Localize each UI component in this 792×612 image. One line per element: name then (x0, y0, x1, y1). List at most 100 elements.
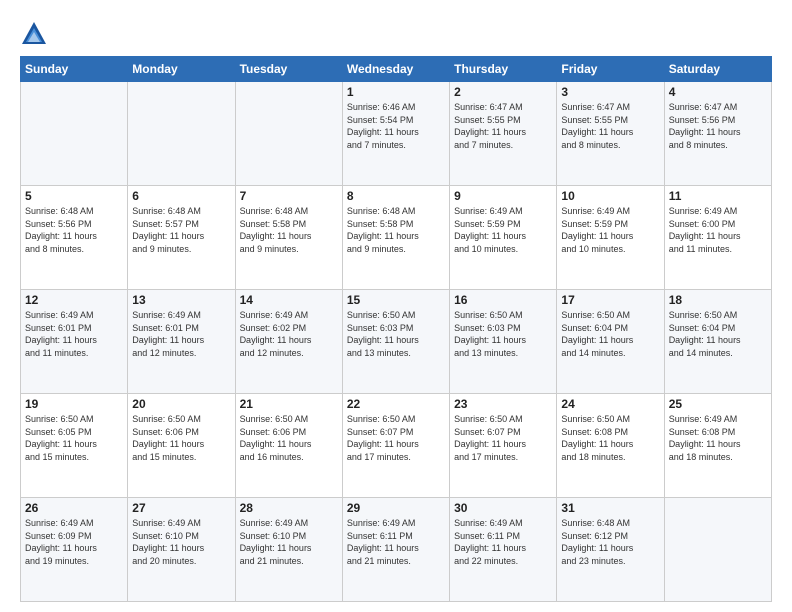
calendar-cell: 29 Sunrise: 6:49 AM Sunset: 6:11 PM Dayli… (342, 498, 449, 602)
day-info: Sunrise: 6:50 AM Sunset: 6:06 PM Dayligh… (240, 413, 338, 463)
day-number: 23 (454, 397, 552, 411)
calendar-cell: 5 Sunrise: 6:48 AM Sunset: 5:56 PM Daylig… (21, 186, 128, 290)
day-number: 4 (669, 85, 767, 99)
calendar-cell: 7Sunrise: 6:48 AM Sunset: 5:58 PM Daylig… (235, 186, 342, 290)
day-number: 9 (454, 189, 552, 203)
day-info: Sunrise: 6:50 AM Sunset: 6:07 PM Dayligh… (347, 413, 445, 463)
calendar-table: SundayMondayTuesdayWednesdayThursdayFrid… (20, 56, 772, 602)
day-number: 30 (454, 501, 552, 515)
day-number: 6 (132, 189, 230, 203)
day-info: Sunrise: 6:50 AM Sunset: 6:06 PM Dayligh… (132, 413, 230, 463)
calendar-cell: 11 Sunrise: 6:49 AM Sunset: 6:00 PM Dayli… (664, 186, 771, 290)
day-info: Sunrise: 6:47 AM Sunset: 5:56 PM Dayligh… (669, 101, 767, 151)
calendar-cell: 20 Sunrise: 6:50 AM Sunset: 6:06 PM Dayli… (128, 394, 235, 498)
day-number: 26 (25, 501, 123, 515)
day-info: Sunrise: 6:48 AM Sunset: 5:56 PM Dayligh… (25, 205, 123, 255)
calendar-cell: 26 Sunrise: 6:49 AM Sunset: 6:09 PM Dayli… (21, 498, 128, 602)
day-number: 21 (240, 397, 338, 411)
calendar-cell (664, 498, 771, 602)
calendar-week-4: 19 Sunrise: 6:50 AM Sunset: 6:05 PM Dayli… (21, 394, 772, 498)
day-info: Sunrise: 6:50 AM Sunset: 6:03 PM Dayligh… (454, 309, 552, 359)
day-info: Sunrise: 6:49 AM Sunset: 6:01 PM Dayligh… (132, 309, 230, 359)
day-info: Sunrise: 6:48 AM Sunset: 5:58 PM Dayligh… (347, 205, 445, 255)
calendar-cell (21, 82, 128, 186)
day-number: 1 (347, 85, 445, 99)
day-number: 24 (561, 397, 659, 411)
day-header-thursday: Thursday (450, 57, 557, 82)
day-info: Sunrise: 6:47 AM Sunset: 5:55 PM Dayligh… (454, 101, 552, 151)
day-header-monday: Monday (128, 57, 235, 82)
day-number: 25 (669, 397, 767, 411)
calendar-header-row: SundayMondayTuesdayWednesdayThursdayFrid… (21, 57, 772, 82)
day-info: Sunrise: 6:49 AM Sunset: 5:59 PM Dayligh… (454, 205, 552, 255)
calendar-cell: 19 Sunrise: 6:50 AM Sunset: 6:05 PM Dayli… (21, 394, 128, 498)
page: SundayMondayTuesdayWednesdayThursdayFrid… (0, 0, 792, 612)
day-info: Sunrise: 6:49 AM Sunset: 6:10 PM Dayligh… (240, 517, 338, 567)
day-info: Sunrise: 6:49 AM Sunset: 5:59 PM Dayligh… (561, 205, 659, 255)
calendar-cell: 23Sunrise: 6:50 AM Sunset: 6:07 PM Dayli… (450, 394, 557, 498)
calendar-cell: 9 Sunrise: 6:49 AM Sunset: 5:59 PM Daylig… (450, 186, 557, 290)
calendar-cell: 22 Sunrise: 6:50 AM Sunset: 6:07 PM Dayli… (342, 394, 449, 498)
calendar-cell: 30 Sunrise: 6:49 AM Sunset: 6:11 PM Dayli… (450, 498, 557, 602)
day-number: 3 (561, 85, 659, 99)
calendar-cell: 2Sunrise: 6:47 AM Sunset: 5:55 PM Daylig… (450, 82, 557, 186)
day-number: 28 (240, 501, 338, 515)
calendar-cell: 13 Sunrise: 6:49 AM Sunset: 6:01 PM Dayli… (128, 290, 235, 394)
calendar-cell: 21 Sunrise: 6:50 AM Sunset: 6:06 PM Dayli… (235, 394, 342, 498)
day-number: 18 (669, 293, 767, 307)
calendar-week-3: 12 Sunrise: 6:49 AM Sunset: 6:01 PM Dayli… (21, 290, 772, 394)
calendar-cell: 31 Sunrise: 6:48 AM Sunset: 6:12 PM Dayli… (557, 498, 664, 602)
day-number: 10 (561, 189, 659, 203)
day-number: 20 (132, 397, 230, 411)
day-info: Sunrise: 6:50 AM Sunset: 6:05 PM Dayligh… (25, 413, 123, 463)
day-number: 22 (347, 397, 445, 411)
calendar-cell: 6 Sunrise: 6:48 AM Sunset: 5:57 PM Daylig… (128, 186, 235, 290)
day-number: 31 (561, 501, 659, 515)
day-info: Sunrise: 6:49 AM Sunset: 6:02 PM Dayligh… (240, 309, 338, 359)
day-info: Sunrise: 6:47 AM Sunset: 5:55 PM Dayligh… (561, 101, 659, 151)
calendar-cell: 14 Sunrise: 6:49 AM Sunset: 6:02 PM Dayli… (235, 290, 342, 394)
day-header-friday: Friday (557, 57, 664, 82)
day-number: 13 (132, 293, 230, 307)
day-number: 12 (25, 293, 123, 307)
day-info: Sunrise: 6:50 AM Sunset: 6:08 PM Dayligh… (561, 413, 659, 463)
calendar-cell (235, 82, 342, 186)
calendar-cell: 28 Sunrise: 6:49 AM Sunset: 6:10 PM Dayli… (235, 498, 342, 602)
day-info: Sunrise: 6:49 AM Sunset: 6:11 PM Dayligh… (454, 517, 552, 567)
day-number: 11 (669, 189, 767, 203)
day-info: Sunrise: 6:48 AM Sunset: 6:12 PM Dayligh… (561, 517, 659, 567)
calendar-cell: 18 Sunrise: 6:50 AM Sunset: 6:04 PM Dayli… (664, 290, 771, 394)
day-info: Sunrise: 6:49 AM Sunset: 6:11 PM Dayligh… (347, 517, 445, 567)
day-number: 8 (347, 189, 445, 203)
day-info: Sunrise: 6:50 AM Sunset: 6:04 PM Dayligh… (669, 309, 767, 359)
day-number: 7 (240, 189, 338, 203)
calendar-cell: 8 Sunrise: 6:48 AM Sunset: 5:58 PM Daylig… (342, 186, 449, 290)
day-info: Sunrise: 6:50 AM Sunset: 6:04 PM Dayligh… (561, 309, 659, 359)
calendar-week-1: 1 Sunrise: 6:46 AM Sunset: 5:54 PM Daylig… (21, 82, 772, 186)
day-info: Sunrise: 6:48 AM Sunset: 5:57 PM Dayligh… (132, 205, 230, 255)
calendar-cell: 4 Sunrise: 6:47 AM Sunset: 5:56 PM Daylig… (664, 82, 771, 186)
day-info: Sunrise: 6:49 AM Sunset: 6:09 PM Dayligh… (25, 517, 123, 567)
day-info: Sunrise: 6:46 AM Sunset: 5:54 PM Dayligh… (347, 101, 445, 151)
day-header-saturday: Saturday (664, 57, 771, 82)
day-number: 14 (240, 293, 338, 307)
day-info: Sunrise: 6:49 AM Sunset: 6:00 PM Dayligh… (669, 205, 767, 255)
calendar-cell: 27 Sunrise: 6:49 AM Sunset: 6:10 PM Dayli… (128, 498, 235, 602)
calendar-cell: 10 Sunrise: 6:49 AM Sunset: 5:59 PM Dayli… (557, 186, 664, 290)
calendar-week-2: 5 Sunrise: 6:48 AM Sunset: 5:56 PM Daylig… (21, 186, 772, 290)
day-number: 29 (347, 501, 445, 515)
day-number: 19 (25, 397, 123, 411)
day-info: Sunrise: 6:50 AM Sunset: 6:03 PM Dayligh… (347, 309, 445, 359)
day-number: 16 (454, 293, 552, 307)
day-info: Sunrise: 6:49 AM Sunset: 6:10 PM Dayligh… (132, 517, 230, 567)
logo (20, 20, 52, 48)
day-header-sunday: Sunday (21, 57, 128, 82)
calendar-cell: 17Sunrise: 6:50 AM Sunset: 6:04 PM Dayli… (557, 290, 664, 394)
day-number: 27 (132, 501, 230, 515)
day-number: 5 (25, 189, 123, 203)
day-info: Sunrise: 6:49 AM Sunset: 6:01 PM Dayligh… (25, 309, 123, 359)
calendar-cell: 16 Sunrise: 6:50 AM Sunset: 6:03 PM Dayli… (450, 290, 557, 394)
calendar-cell: 25Sunrise: 6:49 AM Sunset: 6:08 PM Dayli… (664, 394, 771, 498)
day-header-tuesday: Tuesday (235, 57, 342, 82)
logo-icon (20, 20, 48, 48)
